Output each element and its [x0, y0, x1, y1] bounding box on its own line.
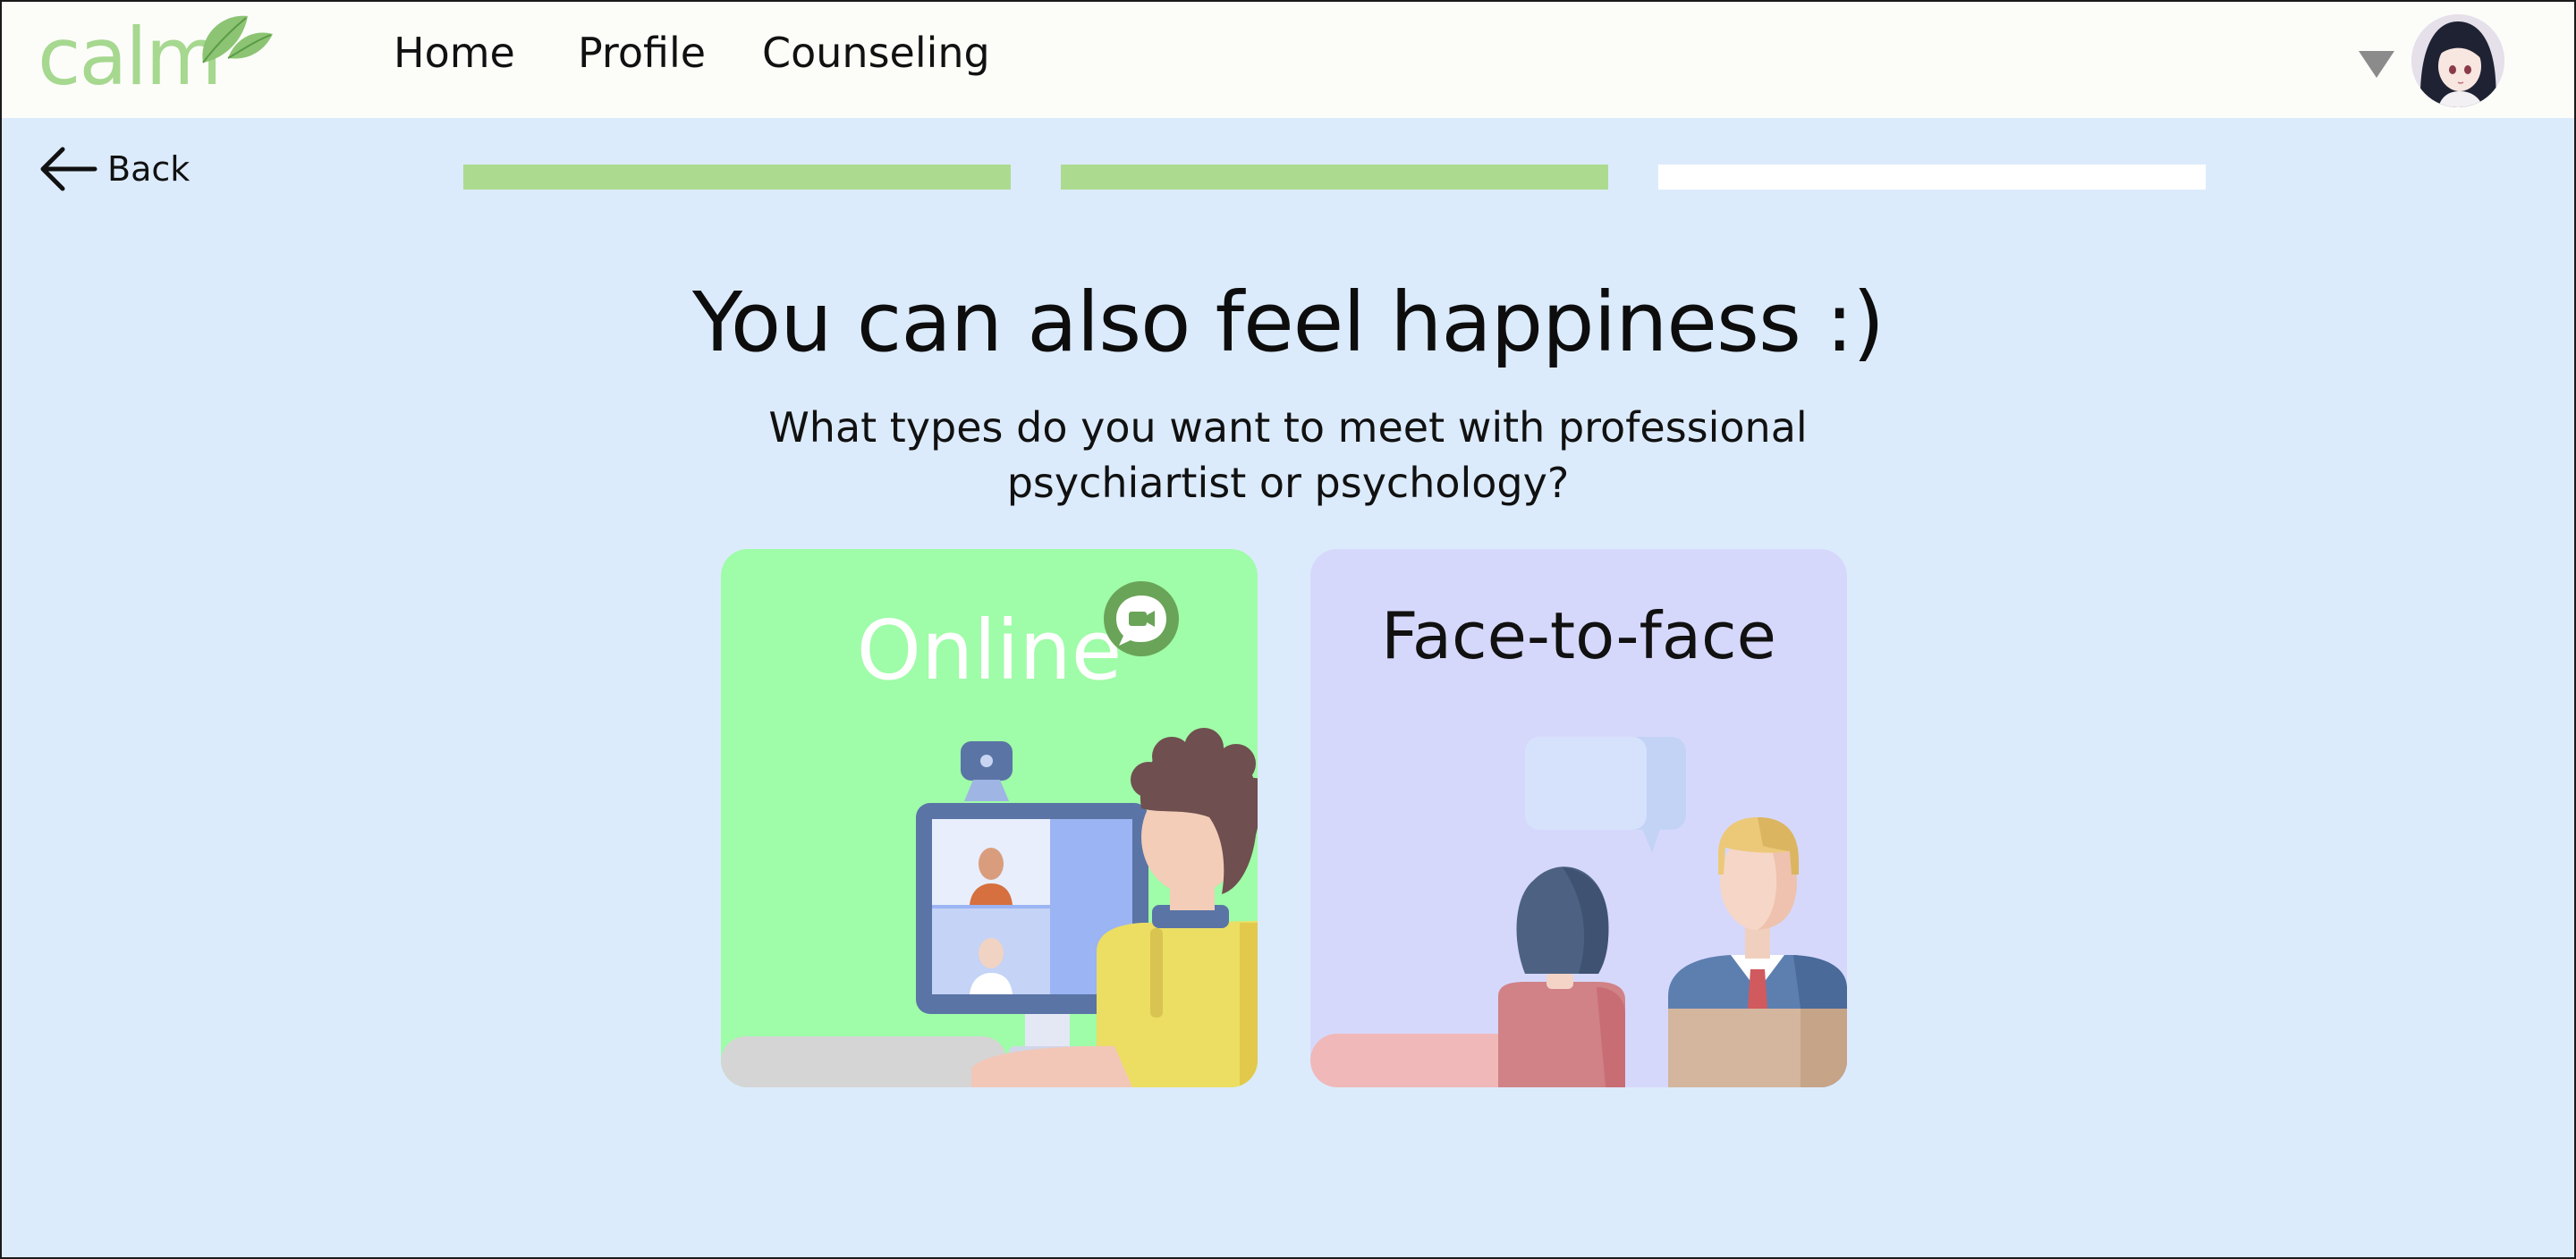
progress-step-1	[463, 165, 1011, 190]
top-navigation-bar: calm Home Profile Counseling	[2, 2, 2574, 118]
video-chat-icon	[1104, 581, 1179, 656]
online-option-card[interactable]: Online	[721, 549, 1258, 1087]
progress-step-2	[1061, 165, 1608, 190]
nav-profile-link[interactable]: Profile	[578, 29, 706, 78]
user-avatar[interactable]	[2411, 14, 2504, 107]
nav-home-link[interactable]: Home	[394, 29, 515, 78]
face-to-face-option-card[interactable]: Face-to-face	[1310, 549, 1847, 1087]
face-to-face-option-title: Face-to-face	[1381, 598, 1776, 673]
back-label: Back	[107, 149, 191, 189]
arrow-left-icon	[40, 147, 97, 191]
avatar-portrait	[2411, 14, 2504, 107]
page-headline: You can also feel happiness :)	[691, 275, 1885, 370]
back-button[interactable]: Back	[38, 145, 190, 193]
page-subtitle: What types do you want to meet with prof…	[2, 400, 2574, 511]
nav-counseling-link[interactable]: Counseling	[762, 29, 990, 78]
calm-logo[interactable]: calm	[38, 9, 279, 107]
subtitle-line-2: psychiartist or psychology?	[1006, 459, 1570, 507]
subtitle-line-1: What types do you want to meet with prof…	[768, 403, 1808, 452]
logo-wordmark: calm	[38, 11, 222, 103]
caret-down-icon[interactable]	[2359, 51, 2394, 78]
leaf-icon	[202, 15, 273, 63]
progress-step-3	[1658, 165, 2206, 190]
